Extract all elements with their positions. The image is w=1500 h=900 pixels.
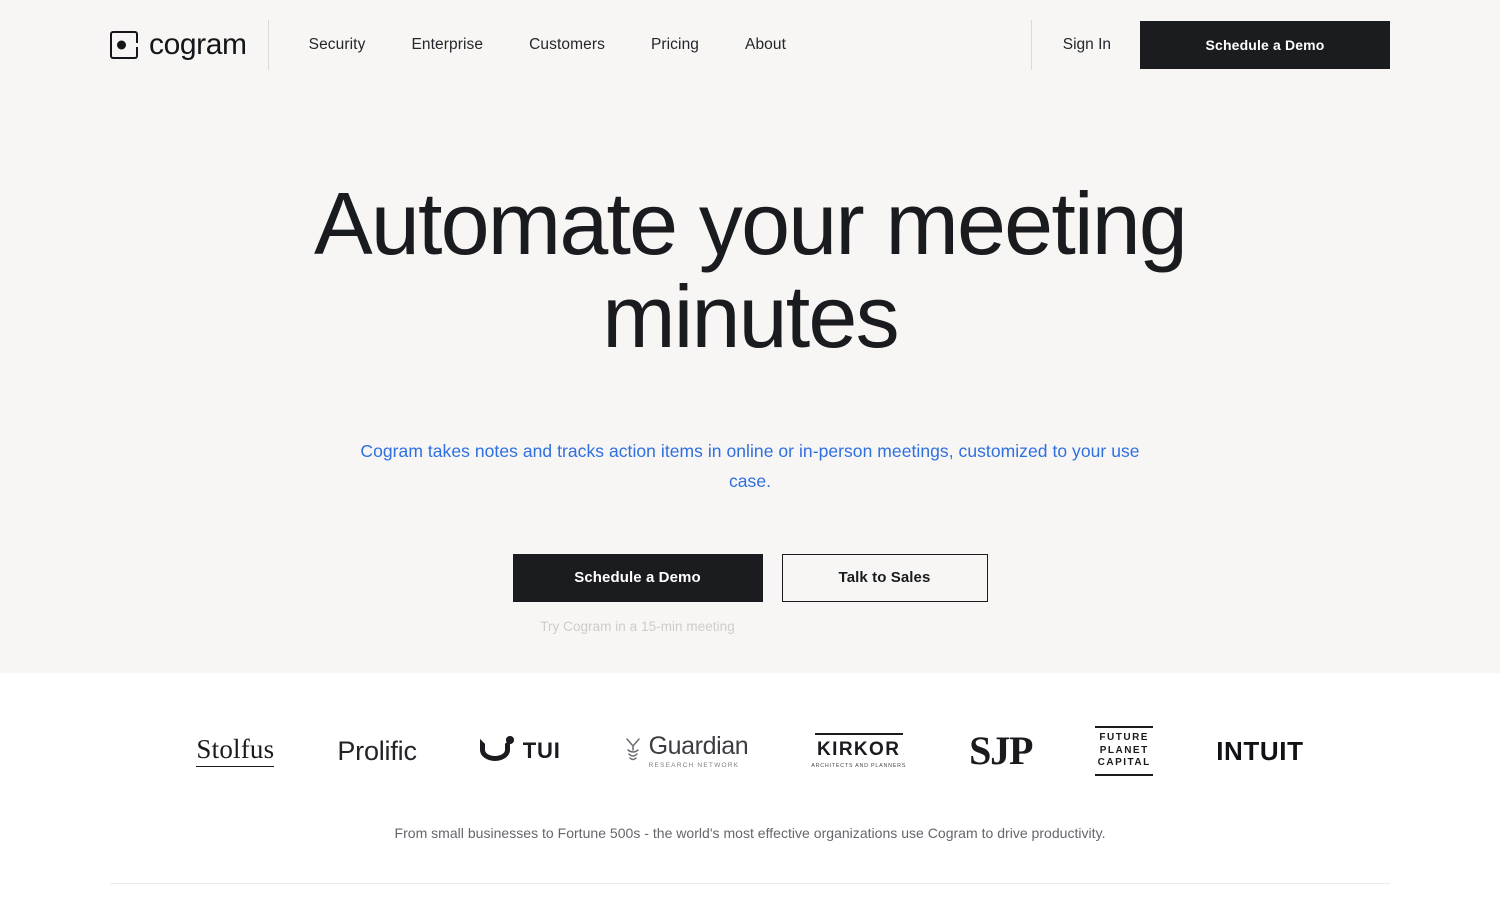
- logo-stolfus: Stolfus: [196, 723, 275, 779]
- main-navigation: Security Enterprise Customers Pricing Ab…: [309, 36, 786, 54]
- primary-cta-column: Schedule a Demo Try Cogram in a 15-min m…: [512, 553, 763, 634]
- brand-logo[interactable]: cogram: [110, 30, 247, 60]
- logo-sjp: SJP: [969, 728, 1033, 773]
- section-divider: [110, 883, 1390, 884]
- cogram-mark-icon: [110, 31, 138, 59]
- site-header: cogram Security Enterprise Customers Pri…: [0, 0, 1500, 90]
- header-schedule-demo-button[interactable]: Schedule a Demo: [1140, 21, 1390, 69]
- header-actions: Sign In Schedule a Demo: [1030, 20, 1390, 70]
- tui-smile-icon: [479, 736, 514, 766]
- logo-future-planet-capital: FUTURE PLANET CAPITAL: [1095, 723, 1154, 779]
- customer-logos-row: Stolfus Prolific TUI Guardian RESEARCH N…: [0, 673, 1500, 781]
- hero-subheadline: Cogram takes notes and tracks action ite…: [360, 440, 1140, 491]
- kirkor-rule: [814, 732, 903, 736]
- logo-intuit: INTUIT: [1216, 735, 1304, 766]
- logo-prolific: Prolific: [337, 735, 417, 766]
- hero-section: cogram Security Enterprise Customers Pri…: [0, 0, 1500, 673]
- customer-logos-section: Stolfus Prolific TUI Guardian RESEARCH N…: [0, 673, 1500, 900]
- hero-schedule-demo-button[interactable]: Schedule a Demo: [512, 553, 763, 602]
- logo-tui: TUI: [479, 723, 561, 779]
- header-left-divider: [267, 20, 269, 70]
- brand-wordmark: cogram: [149, 28, 247, 61]
- fpc-rule-top: [1095, 725, 1154, 728]
- hero-cta-group: Schedule a Demo Try Cogram in a 15-min m…: [0, 553, 1500, 634]
- guardian-dna-icon: [625, 738, 640, 761]
- hero-headline: Automate your meeting minutes: [313, 174, 1188, 367]
- customer-logos-caption: From small businesses to Fortune 500s - …: [394, 825, 1106, 841]
- logo-guardian: Guardian RESEARCH NETWORK: [624, 723, 749, 779]
- fpc-rule-bottom: [1095, 774, 1154, 777]
- hero-content: Automate your meeting minutes Cogram tak…: [0, 90, 1500, 634]
- nav-item-enterprise[interactable]: Enterprise: [411, 36, 483, 54]
- nav-item-about[interactable]: About: [745, 36, 786, 54]
- nav-item-customers[interactable]: Customers: [529, 36, 605, 54]
- sign-in-link[interactable]: Sign In: [1063, 36, 1111, 54]
- nav-item-security[interactable]: Security: [309, 36, 366, 54]
- hero-talk-to-sales-button[interactable]: Talk to Sales: [781, 553, 988, 602]
- hero-cta-note: Try Cogram in a 15-min meeting: [540, 618, 735, 634]
- logo-kirkor: KIRKOR ARCHITECTS AND PLANNERS: [811, 723, 906, 779]
- header-right-divider: [1030, 20, 1032, 70]
- nav-item-pricing[interactable]: Pricing: [651, 36, 699, 54]
